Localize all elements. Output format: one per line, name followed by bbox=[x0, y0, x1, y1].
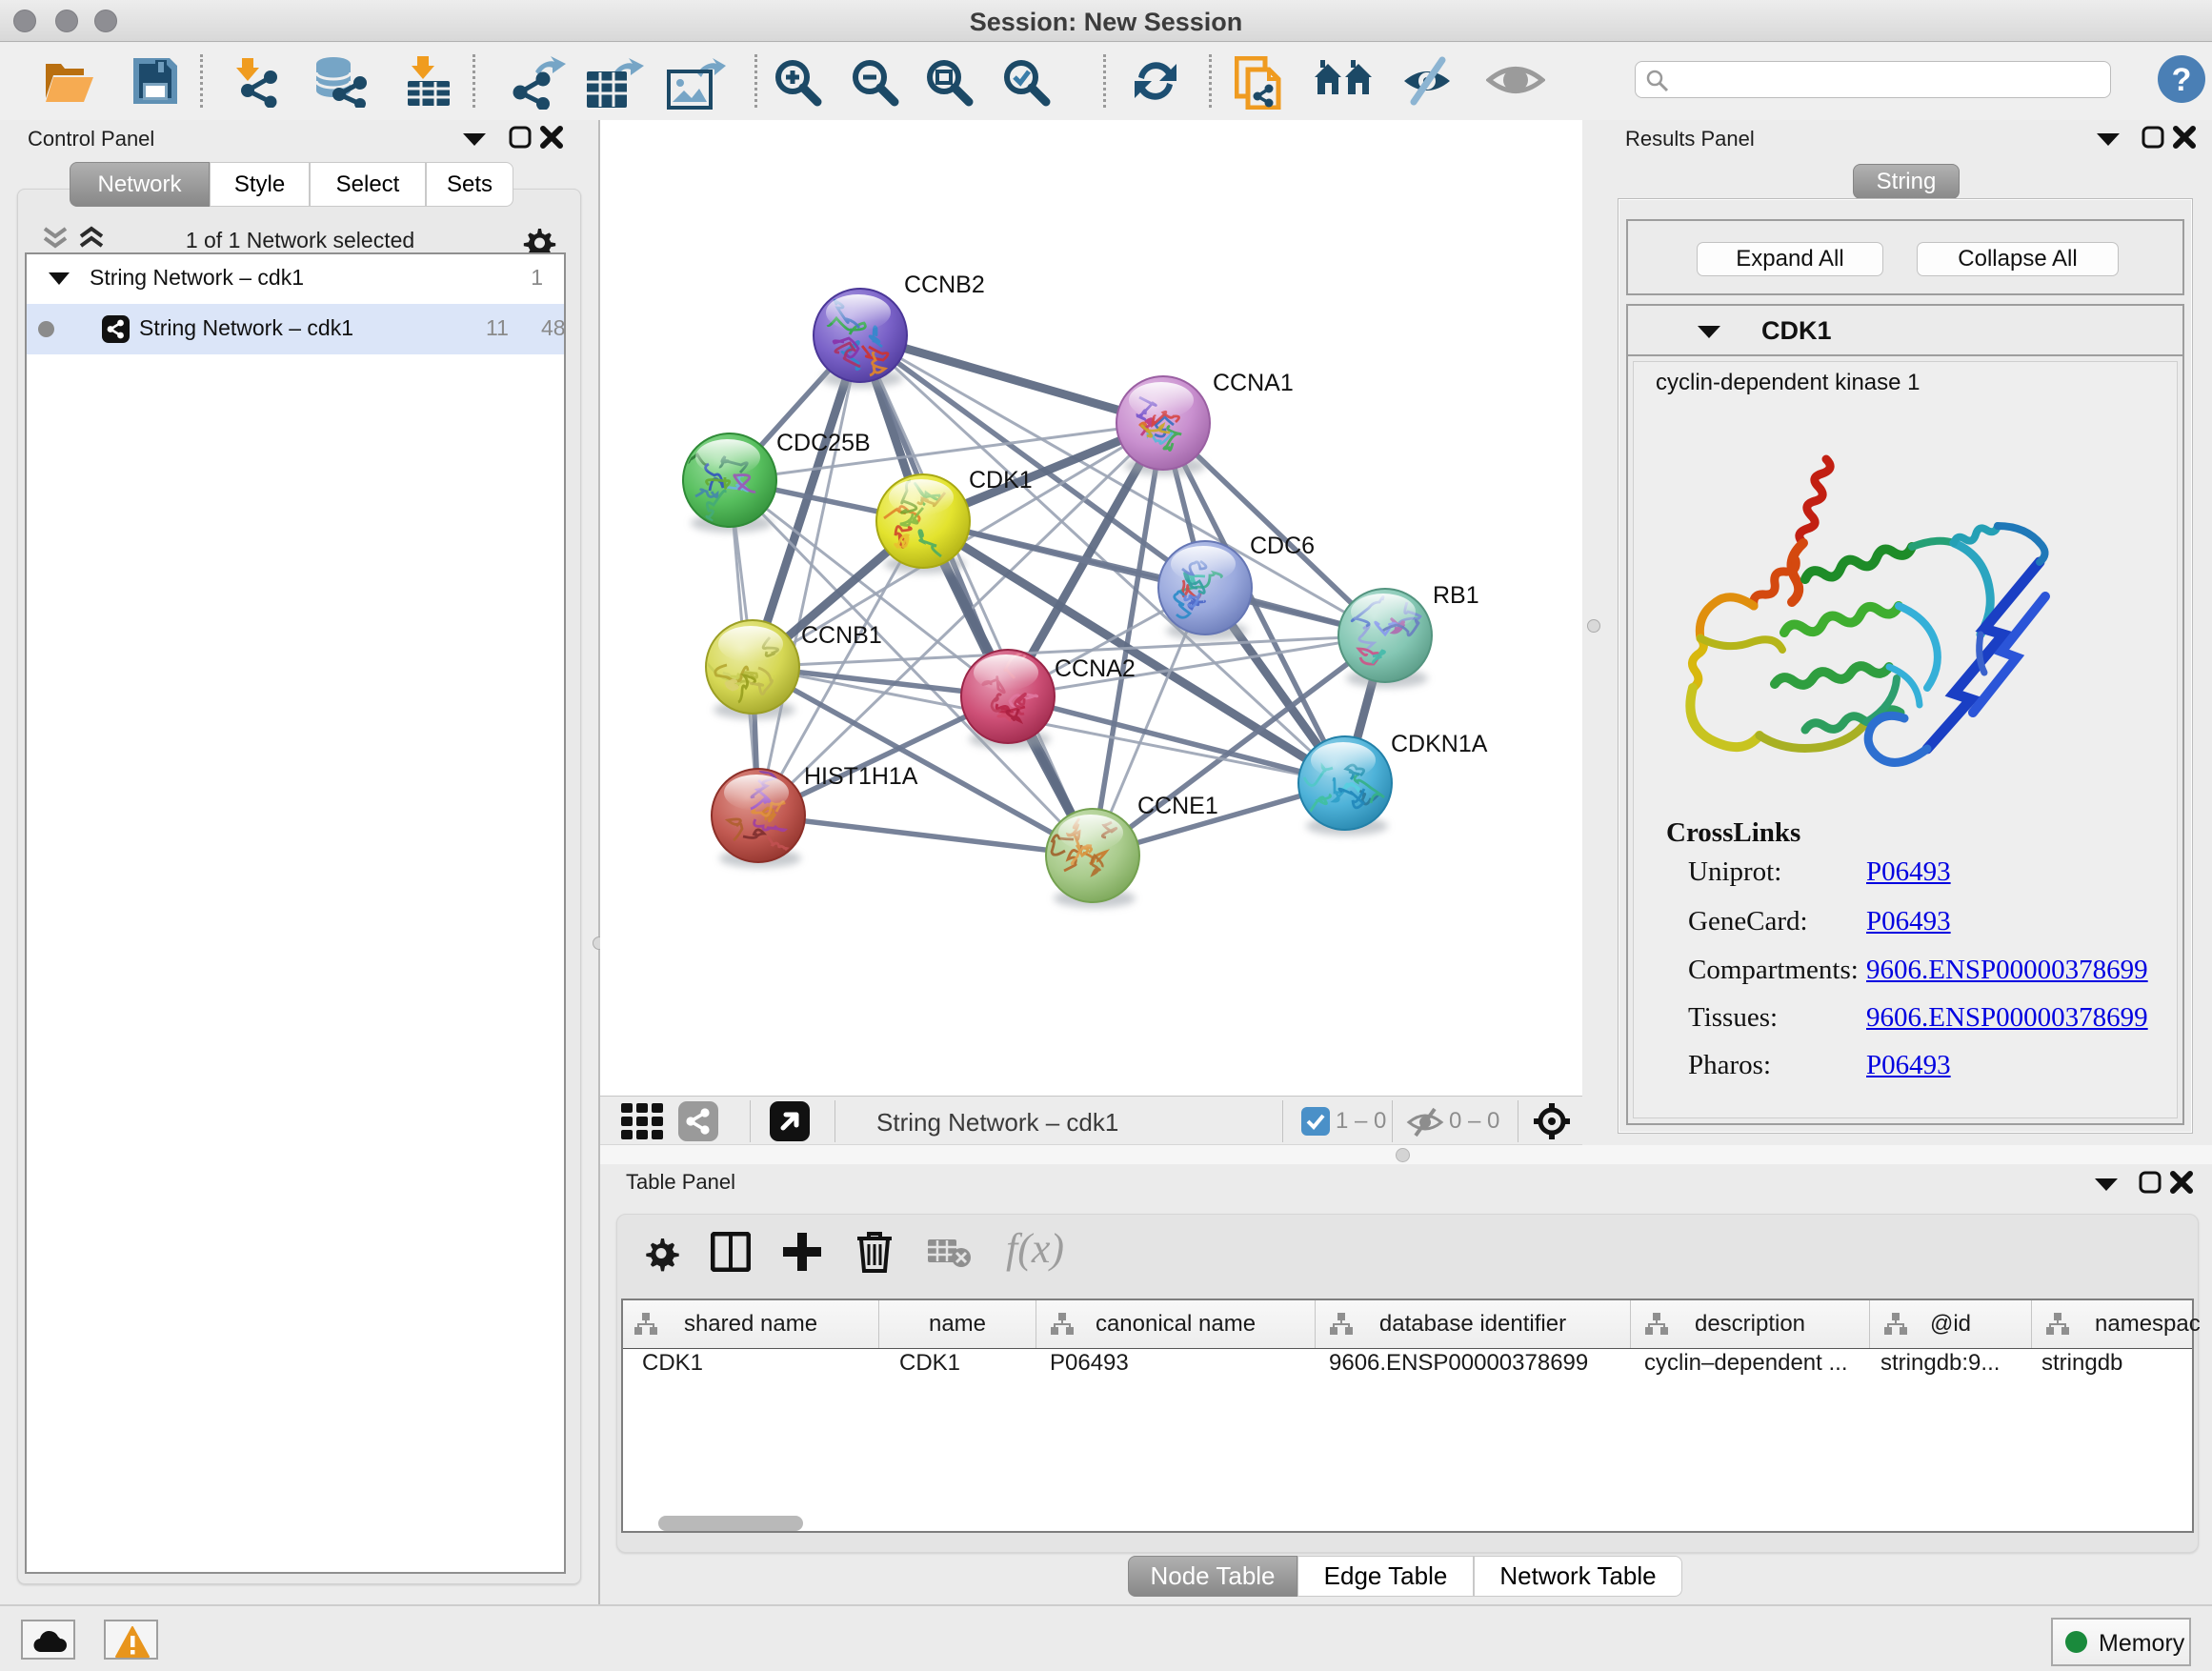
svg-text:CDC6: CDC6 bbox=[1250, 533, 1315, 559]
svg-text:CCNE1: CCNE1 bbox=[1137, 793, 1218, 819]
svg-text:CCNA1: CCNA1 bbox=[1213, 370, 1294, 396]
svg-text:RB1: RB1 bbox=[1433, 582, 1479, 609]
svg-text:?: ? bbox=[2172, 62, 2192, 98]
svg-text:CCNA2: CCNA2 bbox=[1055, 655, 1136, 682]
svg-text:CCNB2: CCNB2 bbox=[904, 272, 985, 298]
svg-text:HIST1H1A: HIST1H1A bbox=[804, 763, 918, 790]
svg-text:CDK1: CDK1 bbox=[969, 467, 1033, 493]
svg-text:CDKN1A: CDKN1A bbox=[1391, 731, 1488, 757]
svg-text:CDC25B: CDC25B bbox=[776, 430, 871, 456]
svg-text:CCNB1: CCNB1 bbox=[801, 622, 882, 649]
